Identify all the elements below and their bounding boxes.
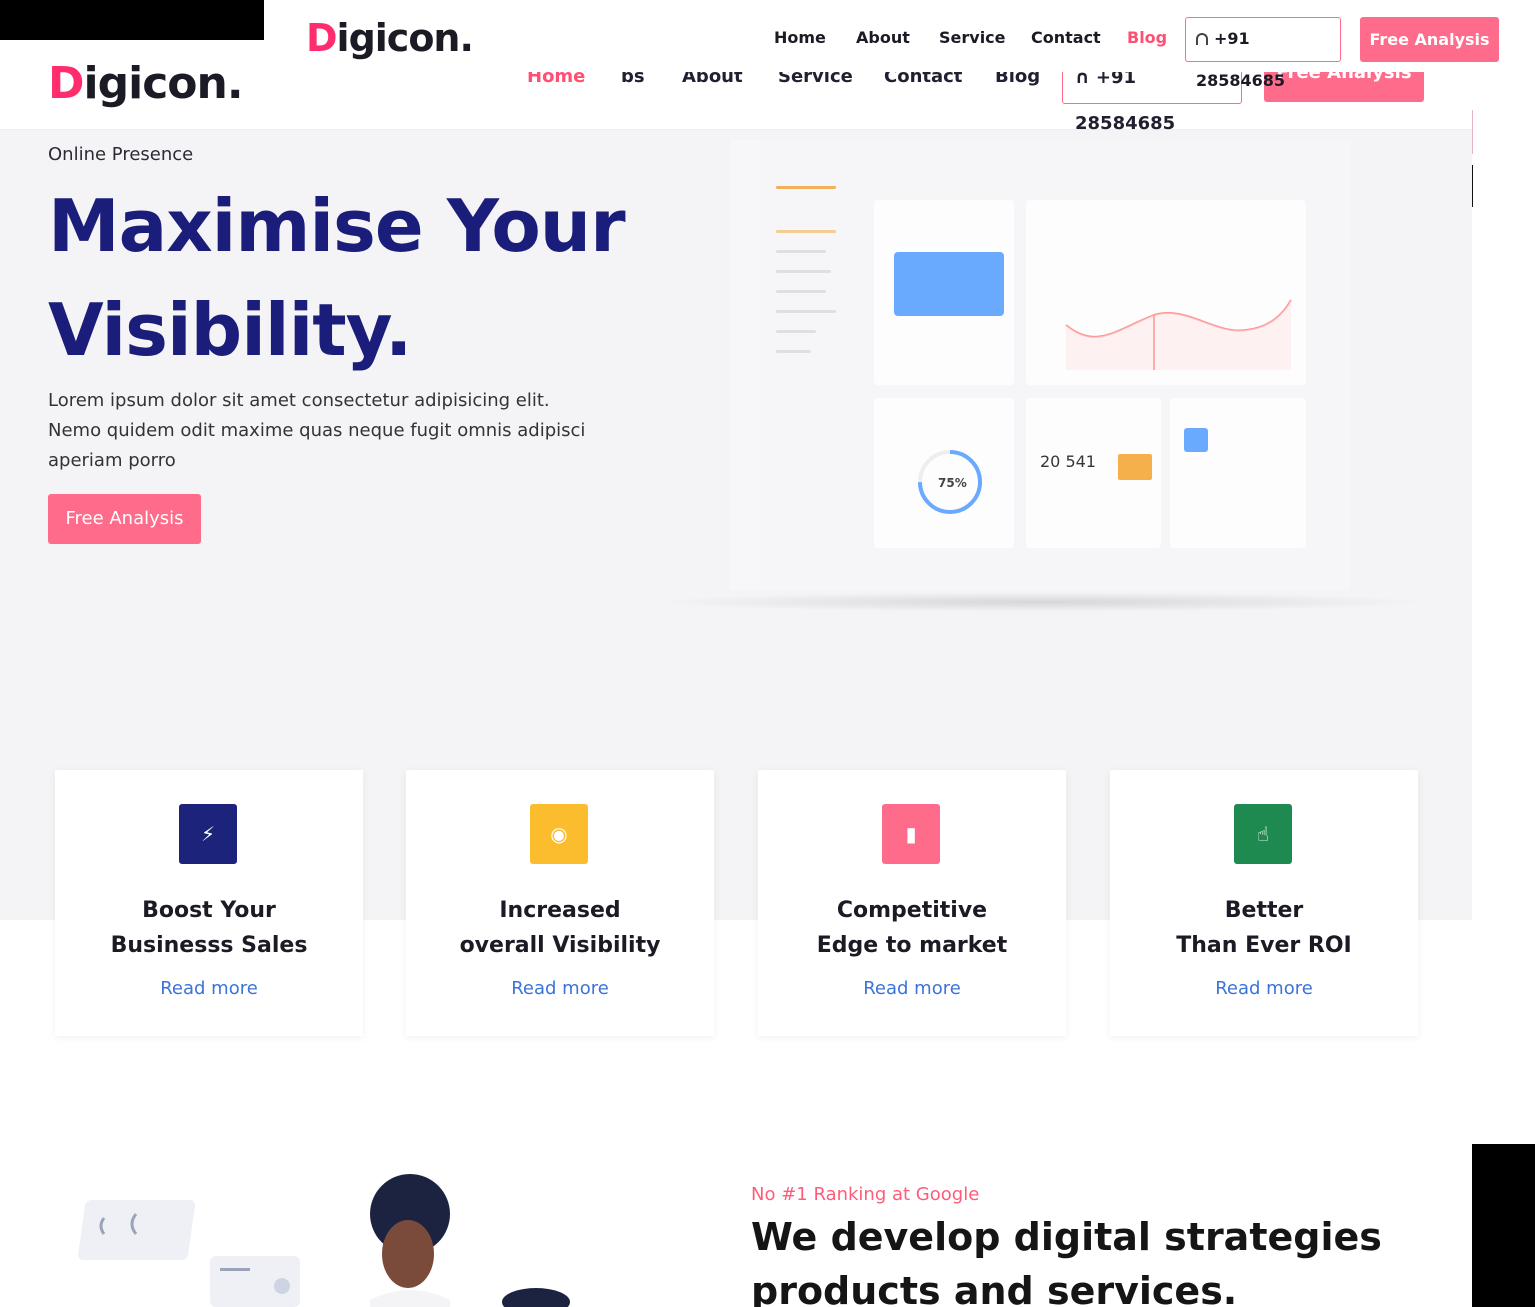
mockup-earning-panel	[874, 398, 1014, 548]
hero-eyebrow: Online Presence	[48, 144, 194, 165]
divider	[1472, 165, 1473, 207]
feature-card: ▮ Competitive Edge to market Read more	[758, 770, 1066, 1036]
mockup-logo	[776, 186, 836, 189]
feature-title: Than Ever ROI	[1176, 933, 1352, 958]
logo[interactable]: Digicon.	[306, 16, 474, 60]
mockup-menu-item	[776, 310, 836, 313]
hand-pointer-icon: ☝	[1234, 804, 1292, 864]
dashboard-mockup: 75% 20 541	[730, 140, 1350, 590]
mockup-percent: 75%	[938, 476, 967, 490]
feature-title: overall Visibility	[459, 933, 661, 958]
section-title: We develop digital strategies products a…	[751, 1215, 1382, 1307]
feature-card: ◉ Increased overall Visibility Read more	[406, 770, 714, 1036]
occlusion-block	[1472, 1144, 1535, 1307]
team-illustration	[78, 1174, 570, 1307]
mockup-menu-item	[776, 330, 816, 333]
mockup-bar	[1118, 454, 1152, 480]
phone-button[interactable]: +91 28584685	[1185, 17, 1341, 90]
mockup-menu-item	[776, 350, 811, 353]
eye-icon: ◉	[530, 804, 588, 864]
nav-blog[interactable]: Blog	[1127, 28, 1167, 47]
mockup-menu-item	[776, 290, 826, 293]
nav-service[interactable]: Service	[939, 28, 1006, 47]
read-more-link[interactable]: Read more	[758, 978, 1066, 999]
feature-title: Edge to market	[816, 933, 1008, 958]
nav-home[interactable]: Home	[774, 28, 826, 47]
feature-title: Increased	[499, 898, 621, 923]
headset-icon	[1196, 33, 1208, 45]
read-more-link[interactable]: Read more	[1110, 978, 1418, 999]
feature-card: ☝ Better Than Ever ROI Read more	[1110, 770, 1418, 1036]
ghost-logo: Digicon.	[48, 58, 244, 109]
mockup-calendar-panel	[1170, 398, 1306, 548]
mockup-number: 20 541	[1040, 452, 1096, 471]
hero-title-line1: Maximise Your	[48, 184, 626, 268]
hero-title-line2: Visibility.	[48, 288, 412, 372]
hero-title: Maximise Your Visibility.	[48, 174, 688, 382]
mockup-menu-item	[776, 270, 831, 273]
feature-title: Competitive	[836, 898, 988, 923]
mockup-statistics-panel	[1026, 200, 1306, 385]
feature-title: Better	[1224, 898, 1304, 923]
phone-number: +91 28584685	[1196, 29, 1286, 90]
feature-title: Boost Your	[142, 898, 276, 923]
mockup-credit-card	[894, 252, 1004, 316]
feature-title: Businesss Sales	[110, 933, 308, 958]
mockup-menu-item	[776, 230, 836, 233]
calendar-icon	[1184, 428, 1208, 452]
free-analysis-button[interactable]: Free Analysis	[1360, 17, 1499, 62]
mockup-menu-item	[776, 250, 826, 253]
mockup-donut-chart	[918, 450, 982, 514]
feature-card: ⚡ Boost Your Businesss Sales Read more	[55, 770, 363, 1036]
nav-about[interactable]: About	[856, 28, 910, 47]
mockup-shadow	[650, 592, 1430, 612]
mockup-line-chart	[1065, 299, 1292, 370]
read-more-link[interactable]: Read more	[406, 978, 714, 999]
divider	[1472, 110, 1473, 154]
site-header: Digicon. Home About Service Contact Blog…	[264, 0, 1535, 90]
nav-contact[interactable]: Contact	[1031, 28, 1101, 47]
read-more-link[interactable]: Read more	[55, 978, 363, 999]
hero-cta-button[interactable]: Free Analysis	[48, 494, 201, 544]
bolt-icon: ⚡	[179, 804, 237, 864]
section-eyebrow: No #1 Ranking at Google	[751, 1184, 980, 1205]
bar-chart-icon: ▮	[882, 804, 940, 864]
hero-description: Lorem ipsum dolor sit amet consectetur a…	[48, 390, 586, 471]
